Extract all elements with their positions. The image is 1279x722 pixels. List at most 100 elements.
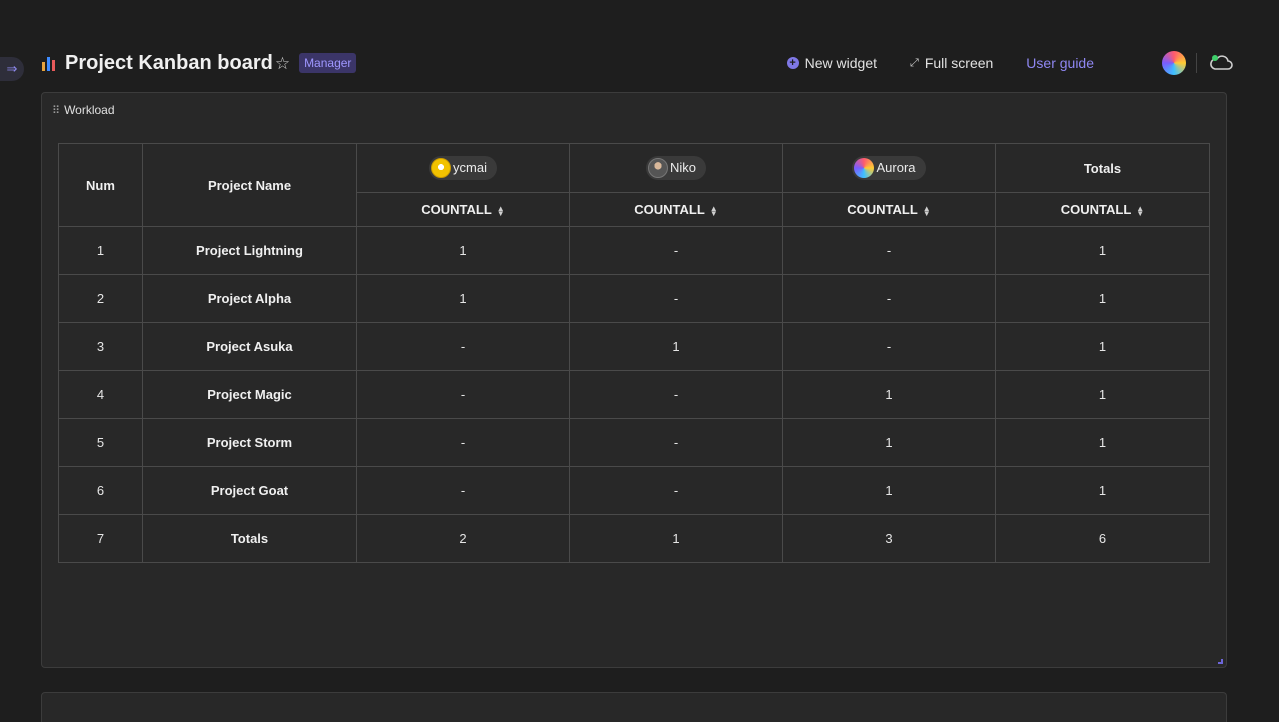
cell-num: 6 — [58, 466, 143, 515]
column-header-num: Num — [58, 143, 143, 227]
cell-total: 1 — [995, 322, 1210, 371]
next-widget — [41, 692, 1227, 722]
resize-handle-icon[interactable] — [1218, 659, 1223, 664]
column-header-user-aurora: Aurora — [782, 143, 996, 193]
sort-icon: ▲ ▼ — [1136, 203, 1145, 218]
column-header-totals: Totals — [995, 143, 1210, 193]
cell-count: - — [569, 226, 783, 275]
cell-count: - — [569, 370, 783, 419]
metric-label: COUNTALL — [1060, 202, 1132, 217]
expand-sidebar-icon: ⇒ — [6, 61, 18, 76]
cell-count: 1 — [782, 370, 996, 419]
role-badge: Manager — [299, 53, 357, 73]
new-widget-label: New widget — [804, 55, 878, 71]
column-header-user-niko: Niko — [569, 143, 783, 193]
cell-count: - — [356, 370, 570, 419]
cloud-sync-icon[interactable] — [1208, 53, 1234, 73]
cell-num: 2 — [58, 274, 143, 323]
cell-total: 6 — [995, 514, 1210, 563]
user-name: Aurora — [876, 160, 916, 175]
cell-count: 1 — [782, 418, 996, 467]
sort-icon: ▲ ▼ — [922, 203, 931, 218]
cell-total: 1 — [995, 418, 1210, 467]
cell-count: - — [356, 322, 570, 371]
full-screen-label: Full screen — [924, 55, 994, 71]
cell-count: 1 — [356, 274, 570, 323]
sort-header-countall[interactable]: COUNTALL ▲ ▼ — [995, 192, 1210, 227]
metric-label: COUNTALL — [634, 202, 705, 217]
cell-count: - — [569, 418, 783, 467]
expand-icon: ⤢ — [910, 56, 919, 69]
page-header: Project Kanban board ☆ Manager + New wid… — [42, 48, 1237, 78]
cell-num: 5 — [58, 418, 143, 467]
table-row: 1 Project Lightning 1 - - 1 — [58, 226, 1210, 275]
cell-count: 1 — [782, 466, 996, 515]
cell-total: 1 — [995, 370, 1210, 419]
table-row: 4 Project Magic - - 1 1 — [58, 370, 1210, 419]
user-name: Niko — [669, 160, 696, 175]
user-chip[interactable]: ycmai — [429, 155, 497, 180]
chart-icon — [42, 55, 58, 71]
cell-total: 1 — [995, 274, 1210, 323]
table-row: 2 Project Alpha 1 - - 1 — [58, 274, 1210, 323]
widget-header: ⠿ Workload — [52, 103, 115, 117]
cell-num: 1 — [58, 226, 143, 275]
cell-count: - — [569, 274, 783, 323]
metric-label: COUNTALL — [847, 202, 918, 217]
avatar — [647, 157, 668, 178]
cell-project-name: Project Goat — [142, 466, 357, 515]
cell-num: 3 — [58, 322, 143, 371]
table-row-totals: 7 Totals 2 1 3 6 — [58, 514, 1210, 563]
full-screen-button[interactable]: ⤢ Full screen — [910, 55, 993, 71]
sidebar-toggle-button[interactable]: ⇒ — [0, 57, 24, 81]
app-logo-icon[interactable] — [1162, 51, 1186, 75]
user-name: ycmai — [453, 160, 487, 175]
column-header-project-name: Project Name — [142, 143, 357, 227]
cell-project-name: Project Asuka — [142, 322, 357, 371]
widget-title: Workload — [64, 103, 115, 117]
cell-count: 1 — [569, 514, 783, 563]
new-widget-button[interactable]: + New widget — [786, 55, 878, 71]
cell-num: 7 — [58, 514, 143, 563]
cell-count: - — [356, 418, 570, 467]
drag-handle-icon[interactable]: ⠿ — [52, 104, 60, 117]
avatar — [854, 157, 875, 178]
metric-label: COUNTALL — [421, 202, 492, 217]
column-header-user-ycmai: ycmai — [356, 143, 570, 193]
plus-circle-icon: + — [786, 57, 799, 69]
favorite-star-icon[interactable]: ☆ — [275, 54, 290, 74]
cell-count: - — [569, 466, 783, 515]
cell-project-name: Project Alpha — [142, 274, 357, 323]
workload-widget: ⠿ Workload Num Project Name ycmai Niko A… — [41, 92, 1227, 668]
cell-total: 1 — [995, 466, 1210, 515]
cell-total: 1 — [995, 226, 1210, 275]
cell-count: - — [782, 226, 996, 275]
cell-project-name: Project Storm — [142, 418, 357, 467]
cell-count: - — [782, 322, 996, 371]
workload-table: Num Project Name ycmai Niko Aurora Total… — [58, 143, 1210, 563]
table-row: 3 Project Asuka - 1 - 1 — [58, 322, 1210, 371]
sort-header-countall[interactable]: COUNTALL ▲ ▼ — [569, 192, 783, 227]
table-row: 5 Project Storm - - 1 1 — [58, 418, 1210, 467]
cell-count: 1 — [356, 226, 570, 275]
user-chip[interactable]: Niko — [645, 155, 706, 180]
cell-project-name: Project Lightning — [142, 226, 357, 275]
sort-header-countall[interactable]: COUNTALL ▲ ▼ — [356, 192, 570, 227]
cell-count: - — [356, 466, 570, 515]
table-row: 6 Project Goat - - 1 1 — [58, 466, 1210, 515]
cell-project-name: Project Magic — [142, 370, 357, 419]
cell-count: 1 — [569, 322, 783, 371]
sort-header-countall[interactable]: COUNTALL ▲ ▼ — [782, 192, 996, 227]
user-chip[interactable]: Aurora — [852, 155, 926, 180]
page-title: Project Kanban board — [65, 51, 273, 74]
user-guide-link[interactable]: User guide — [1026, 55, 1094, 71]
avatar — [431, 157, 452, 178]
cell-count: 3 — [782, 514, 996, 563]
sort-icon: ▲ ▼ — [496, 203, 505, 218]
divider — [1196, 53, 1197, 73]
cell-project-name: Totals — [142, 514, 357, 563]
cell-count: 2 — [356, 514, 570, 563]
sort-icon: ▲ ▼ — [709, 203, 718, 218]
cell-count: - — [782, 274, 996, 323]
cell-num: 4 — [58, 370, 143, 419]
